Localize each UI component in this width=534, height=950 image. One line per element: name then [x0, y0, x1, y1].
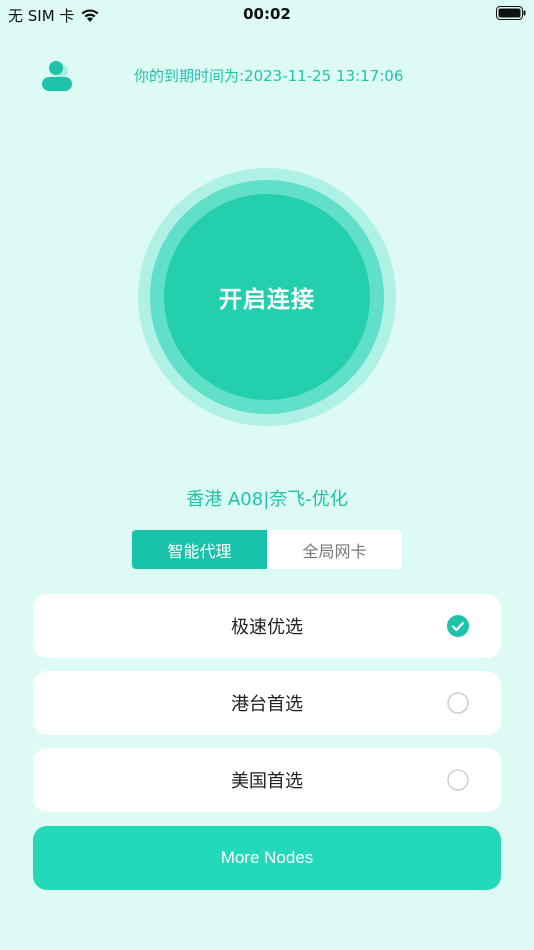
connect-button[interactable]: 开启连接 [164, 194, 370, 400]
current-node-name[interactable]: 香港 A08|奈飞-优化 [0, 485, 534, 511]
option-us[interactable]: 美国首选 [33, 748, 501, 812]
option-fastest[interactable]: 极速优选 [33, 594, 501, 658]
tab-global-mode[interactable]: 全局网卡 [267, 530, 402, 569]
mode-toggle: 智能代理 全局网卡 [132, 530, 402, 569]
connect-ring-inner: 开启连接 [150, 180, 384, 414]
connect-ring-outer: 开启连接 [138, 168, 396, 426]
user-icon[interactable] [40, 58, 76, 94]
expire-text: 你的到期时间为:2023-11-25 13:17:06 [134, 67, 404, 85]
option-label: 美国首选 [231, 771, 303, 792]
status-bar: 无 SIM 卡 00:02 [0, 0, 534, 30]
radio-checked-icon[interactable] [447, 615, 469, 637]
option-hk-tw[interactable]: 港台首选 [33, 671, 501, 735]
more-nodes-button[interactable]: More Nodes [33, 826, 501, 890]
radio-unchecked-icon[interactable] [447, 692, 469, 714]
option-label: 极速优选 [231, 617, 303, 638]
radio-unchecked-icon[interactable] [447, 769, 469, 791]
clock: 00:02 [243, 5, 291, 23]
battery-icon [496, 6, 526, 20]
option-label: 港台首选 [231, 694, 303, 715]
tab-smart-proxy[interactable]: 智能代理 [132, 530, 267, 569]
